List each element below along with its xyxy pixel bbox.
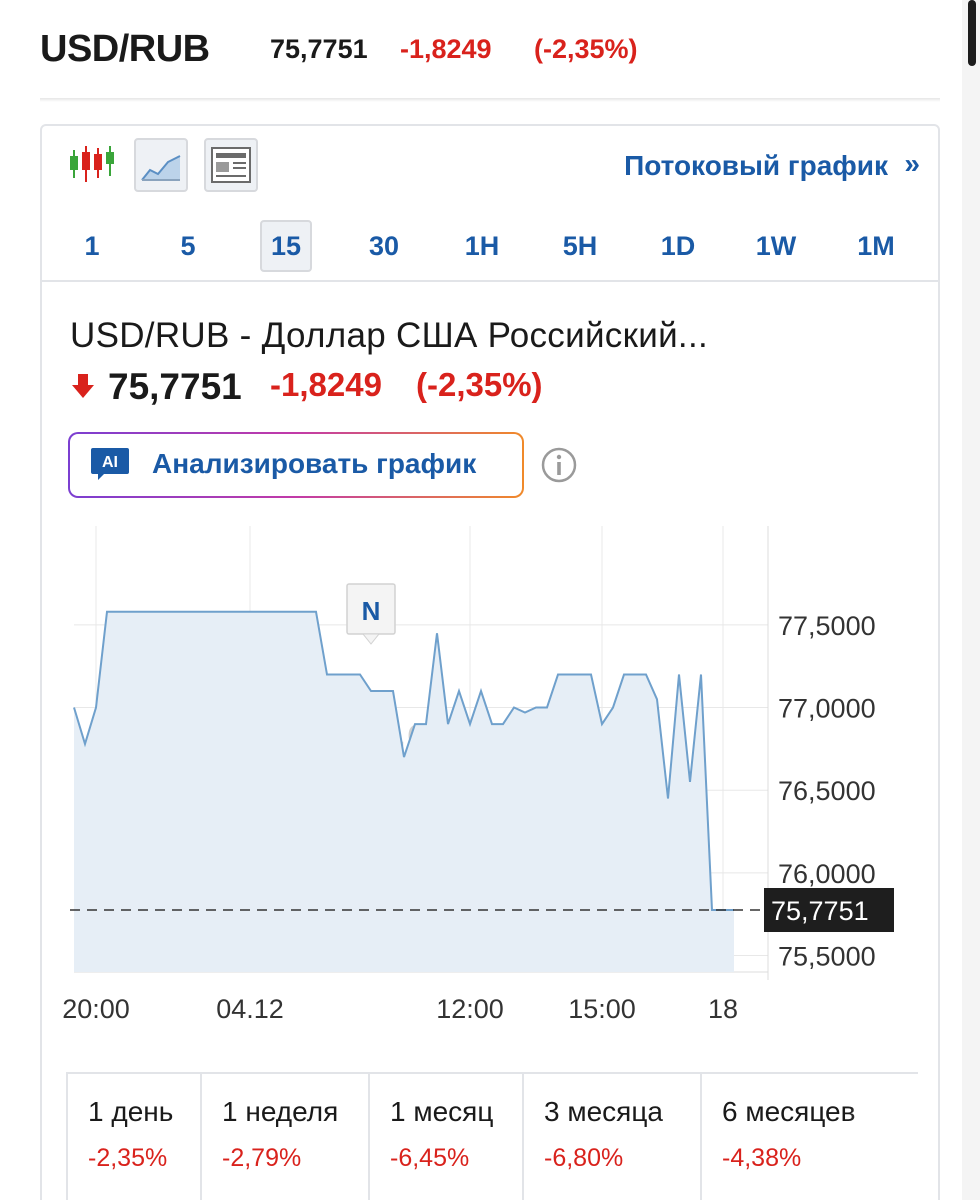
last-price-badge: 75,7751: [764, 888, 894, 933]
header-change-percent: (-2,35%): [534, 34, 638, 64]
y-tick-label: 76,5000: [778, 776, 876, 806]
interval-15[interactable]: 15: [260, 220, 312, 272]
down-arrow-icon: [72, 374, 94, 398]
page-scrollbar[interactable]: [962, 0, 980, 1200]
x-tick-label: 12:00: [436, 994, 504, 1024]
candlestick-chart-icon: [70, 146, 114, 182]
info-icon[interactable]: [540, 446, 578, 484]
period-value: -6,80%: [544, 1144, 624, 1172]
period-value: -2,79%: [222, 1144, 302, 1172]
x-tick-label: 20:00: [62, 994, 130, 1024]
scroll-fade: [848, 1074, 918, 1200]
price-area-fill: [74, 611, 734, 972]
performance-periods: 1 день -2,35% 1 неделя -2,79% 1 месяц -6…: [66, 1072, 918, 1200]
ai-badge-text: AI: [102, 454, 118, 471]
header-change: -1,8249: [400, 34, 492, 64]
chart-toolbar: Потоковый график » 1 5 15 30 1H 5H 1D 1W…: [42, 126, 938, 282]
interval-5[interactable]: 5: [162, 220, 214, 272]
instrument-change: -1,8249: [270, 366, 382, 403]
period-value: -4,38%: [722, 1144, 802, 1172]
candlestick-chart-button[interactable]: [64, 138, 118, 192]
period-value: -6,45%: [390, 1144, 470, 1172]
interval-5h[interactable]: 5H: [554, 220, 606, 272]
chart-card: Потоковый график » 1 5 15 30 1H 5H 1D 1W…: [40, 124, 940, 1200]
interval-selector: 1 5 15 30 1H 5H 1D 1W 1M: [42, 214, 938, 274]
period-label: 6 месяцев: [722, 1096, 856, 1127]
x-tick-label: 18: [708, 994, 738, 1024]
header-price: 75,7751: [270, 34, 368, 64]
period-1-week[interactable]: 1 неделя -2,79%: [202, 1074, 370, 1200]
y-tick-label: 77,0000: [778, 694, 876, 724]
period-1-day[interactable]: 1 день -2,35%: [68, 1074, 202, 1200]
interval-30[interactable]: 30: [358, 220, 410, 272]
period-label: 3 месяца: [544, 1096, 663, 1127]
last-price-badge-label: 75,7751: [771, 896, 869, 926]
period-label: 1 день: [88, 1096, 174, 1127]
period-label: 1 неделя: [222, 1096, 339, 1127]
interval-1m[interactable]: 1M: [850, 220, 902, 272]
interval-1d[interactable]: 1D: [652, 220, 704, 272]
news-marker-label: N: [362, 596, 381, 626]
area-chart-button[interactable]: [134, 138, 188, 192]
ai-badge-icon: AI: [91, 448, 129, 480]
news-marker-pointer: [361, 633, 381, 645]
analyze-chart-label: Анализировать график: [152, 448, 477, 479]
x-tick-label: 04.12: [216, 994, 284, 1024]
period-label: 1 месяц: [390, 1096, 494, 1127]
news-layout-icon: [211, 147, 251, 183]
scrollbar-thumb[interactable]: [968, 0, 976, 66]
y-tick-label: 77,5000: [778, 611, 876, 641]
news-layout-button[interactable]: [204, 138, 258, 192]
header-divider: [40, 98, 940, 102]
period-3-months[interactable]: 3 месяца -6,80%: [524, 1074, 702, 1200]
interval-1w[interactable]: 1W: [750, 220, 802, 272]
double-chevron-right-icon[interactable]: »: [904, 148, 920, 180]
instrument-title: USD/RUB - Доллар США Российский...: [70, 316, 708, 355]
period-1-month[interactable]: 1 месяц -6,45%: [370, 1074, 524, 1200]
instrument-change-percent: (-2,35%): [416, 366, 543, 403]
x-axis: 20:00 04.12 12:00 15:00 18: [62, 994, 738, 1024]
header-symbol: USD/RUB: [40, 28, 210, 70]
period-value: -2,35%: [88, 1144, 168, 1172]
y-tick-label: 75,5000: [778, 941, 876, 971]
period-6-months[interactable]: 6 месяцев -4,38%: [702, 1074, 918, 1200]
area-chart-icon: [141, 155, 181, 181]
y-tick-label: 76,0000: [778, 859, 876, 889]
interval-1[interactable]: 1: [66, 220, 118, 272]
price-chart[interactable]: Investing.com N 77,500077,000076,500076,…: [42, 526, 938, 1056]
interval-1h[interactable]: 1H: [456, 220, 508, 272]
x-tick-label: 15:00: [568, 994, 636, 1024]
news-marker[interactable]: N: [346, 583, 396, 645]
instrument-price: 75,7751: [108, 366, 242, 407]
analyze-chart-button[interactable]: AI Анализировать график: [68, 432, 524, 498]
streaming-chart-link[interactable]: Потоковый график: [624, 150, 888, 182]
quote-header: USD/RUB 75,7751 -1,8249 (-2,35%): [0, 0, 962, 100]
